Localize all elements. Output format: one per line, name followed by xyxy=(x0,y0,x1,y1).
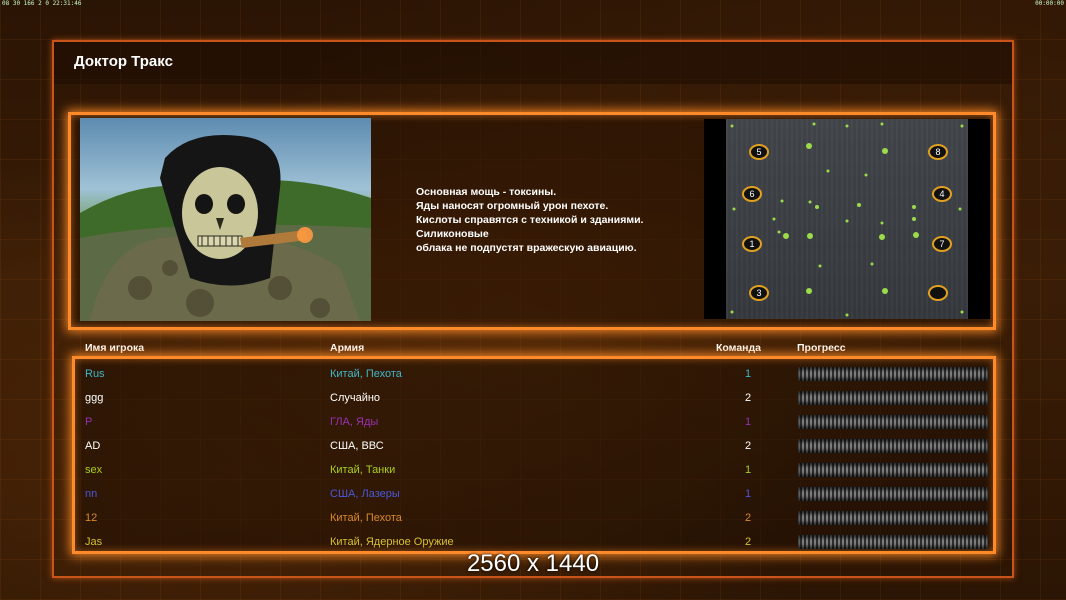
player-team: 1 xyxy=(745,488,752,500)
player-name: ggg xyxy=(85,392,104,404)
header-team: Команда xyxy=(716,342,761,354)
player-army: Китай, Пехота xyxy=(330,512,402,524)
table-row: P ГЛА, Яды 1 xyxy=(0,414,1066,438)
minimap-layer: 5 8 6 4 1 7 3 xyxy=(730,122,964,317)
progress-bar xyxy=(798,487,988,501)
player-army: США, ВВС xyxy=(330,440,384,452)
progress-bar xyxy=(798,367,988,381)
player-name: Jas xyxy=(85,536,103,548)
start-position-marker[interactable]: 8 xyxy=(928,144,948,160)
table-row: AD США, ВВС 2 xyxy=(0,438,1066,462)
player-army: Китай, Пехота xyxy=(330,368,402,380)
progress-bar xyxy=(798,511,988,525)
start-position-label: 1 xyxy=(749,239,754,249)
player-team: 1 xyxy=(745,368,752,380)
header-army: Армия xyxy=(330,342,365,354)
start-position-marker[interactable]: 1 xyxy=(742,236,762,252)
progress-bar xyxy=(798,463,988,477)
table-row: Rus Китай, Пехота 1 xyxy=(0,366,1066,390)
player-name: 12 xyxy=(85,512,98,524)
player-army: США, Лазеры xyxy=(330,488,400,500)
start-position-marker[interactable]: 6 xyxy=(742,186,762,202)
header-progress: Прогресс xyxy=(797,342,846,354)
start-position-label: 6 xyxy=(749,189,754,199)
player-team: 2 xyxy=(745,392,752,404)
progress-bar xyxy=(798,391,988,405)
progress-bar xyxy=(798,439,988,453)
start-position-label: 7 xyxy=(939,239,944,249)
table-row: nn США, Лазеры 1 xyxy=(0,486,1066,510)
start-position-marker[interactable]: 7 xyxy=(932,236,952,252)
start-position-label: 5 xyxy=(756,147,761,157)
status-right: 00:00:00 xyxy=(1035,0,1064,7)
player-team: 2 xyxy=(745,536,752,548)
general-description: Основная мощь - токсины. Яды наносят огр… xyxy=(416,186,644,254)
progress-bar xyxy=(798,535,988,549)
general-title: Доктор Тракс xyxy=(74,53,173,70)
player-team: 1 xyxy=(745,464,752,476)
start-position-marker[interactable]: 5 xyxy=(749,144,769,160)
player-name: Rus xyxy=(85,368,105,380)
start-position-label: 8 xyxy=(935,147,940,157)
status-bar: 08 30 166 2 0 22:31:46 00:00:00 xyxy=(0,0,1066,8)
player-army: Китай, Танки xyxy=(330,464,396,476)
table-headers: Имя игрока Армия Команда Прогресс xyxy=(0,342,1066,356)
player-name: AD xyxy=(85,440,101,452)
player-name: nn xyxy=(85,488,98,500)
resolution-label: 2560 x 1440 xyxy=(466,550,600,577)
start-position-label: 3 xyxy=(756,288,761,298)
minimap[interactable]: 5 8 6 4 1 7 3 xyxy=(704,119,990,319)
player-army: Случайно xyxy=(330,392,381,404)
player-army: ГЛА, Яды xyxy=(330,416,379,428)
player-team: 1 xyxy=(745,416,752,428)
table-row: 12 Китай, Пехота 2 xyxy=(0,510,1066,534)
player-team: 2 xyxy=(745,512,752,524)
table-row: sex Китай, Танки 1 xyxy=(0,462,1066,486)
start-position-marker[interactable]: 3 xyxy=(749,285,769,301)
player-name: sex xyxy=(85,464,103,476)
status-left: 08 30 166 2 0 22:31:46 xyxy=(2,0,82,7)
header-player-name: Имя игрока xyxy=(85,342,145,354)
skull-soldier-portrait xyxy=(80,118,371,321)
start-position-label: 4 xyxy=(939,189,944,199)
player-army: Китай, Ядерное Оружие xyxy=(330,536,454,548)
table-row: ggg Случайно 2 xyxy=(0,390,1066,414)
player-name: P xyxy=(85,416,93,428)
player-team: 2 xyxy=(745,440,752,452)
progress-bar xyxy=(798,415,988,429)
start-position-marker[interactable] xyxy=(928,285,948,301)
start-position-marker[interactable]: 4 xyxy=(932,186,952,202)
